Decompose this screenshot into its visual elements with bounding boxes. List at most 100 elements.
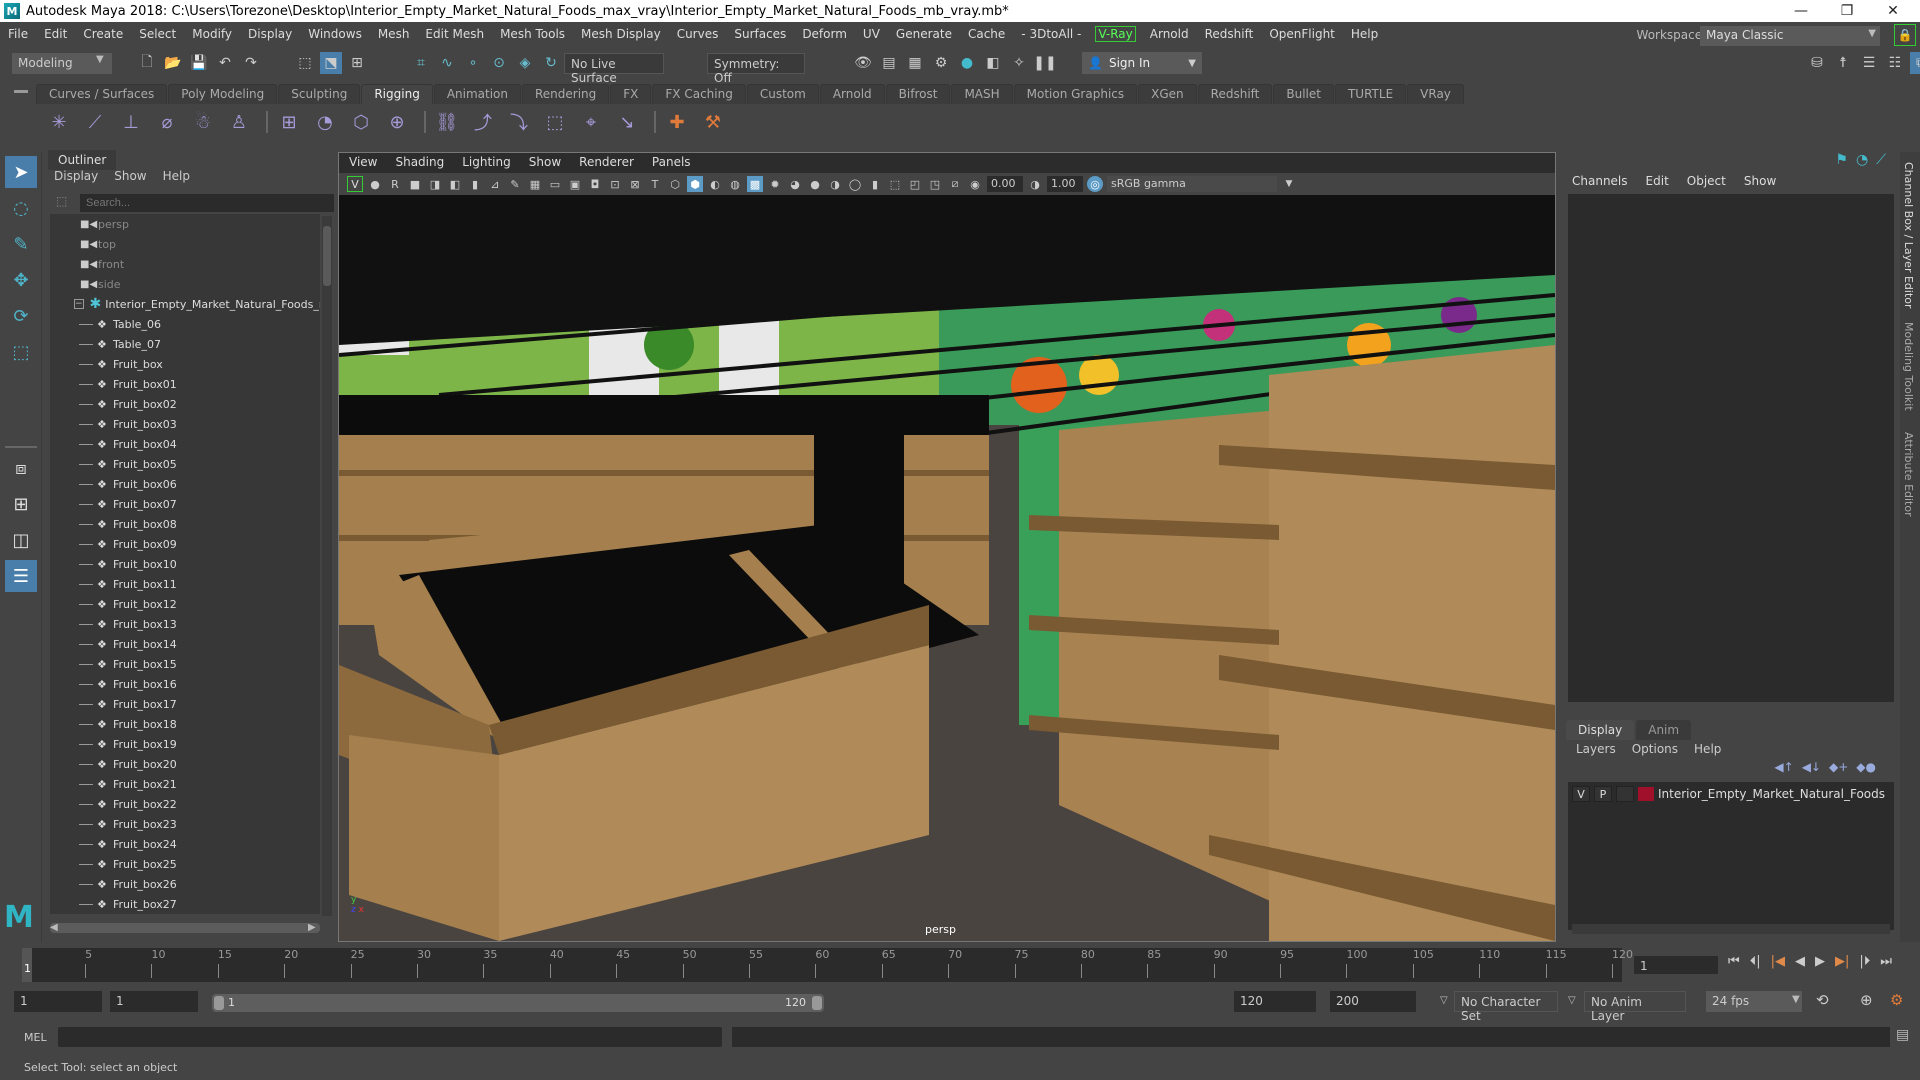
outliner-item[interactable]: ❖ Fruit_box11 xyxy=(50,574,320,594)
light-editor-icon[interactable]: ✧ xyxy=(1008,52,1030,74)
play-forward-icon[interactable]: ▶ xyxy=(1815,954,1825,969)
grid-icon[interactable]: ▦ xyxy=(527,176,543,192)
render-setup-icon[interactable]: ◧ xyxy=(982,52,1004,74)
tab-modeling-toolkit[interactable]: Modeling Toolkit xyxy=(1902,322,1915,411)
object-menu[interactable]: Object xyxy=(1687,174,1726,188)
animation-prefs-icon[interactable]: ⚙ xyxy=(1890,991,1903,1009)
shelf-tab[interactable]: Redshift xyxy=(1197,84,1273,104)
xray-icon[interactable]: ◰ xyxy=(907,176,923,192)
menu-vray[interactable]: V-Ray xyxy=(1095,26,1136,42)
layer-color-swatch[interactable] xyxy=(1638,787,1654,801)
bookmark-icon[interactable]: ◧ xyxy=(447,176,463,192)
manipulator-icon[interactable]: ⚑ xyxy=(1835,152,1848,168)
outliner-item[interactable]: ❖ Fruit_box02 xyxy=(50,394,320,414)
outliner-item[interactable]: ❖ Fruit_box16 xyxy=(50,674,320,694)
vray-toggle-icon[interactable]: V xyxy=(347,176,363,192)
range-start-handle[interactable] xyxy=(214,996,224,1010)
menu-mesh-tools[interactable]: Mesh Tools xyxy=(492,27,573,41)
redo-icon[interactable]: ↷ xyxy=(240,52,262,74)
menu-file[interactable]: File xyxy=(0,27,36,41)
range-end-handle[interactable] xyxy=(812,996,822,1010)
outliner-menu-display[interactable]: Display xyxy=(54,169,98,183)
close-button[interactable]: ✕ xyxy=(1870,0,1916,22)
outliner-horizontal-scrollbar[interactable] xyxy=(50,923,320,933)
outliner-item[interactable]: ❖ Fruit_box17 xyxy=(50,694,320,714)
outliner-camera-front[interactable]: ■◀ front xyxy=(50,254,320,274)
tool-settings-icon[interactable]: ☷ xyxy=(1884,52,1906,74)
outliner-camera-side[interactable]: ■◀ side xyxy=(50,274,320,294)
resolution-gate-icon[interactable]: ▣ xyxy=(567,176,583,192)
minimize-button[interactable]: — xyxy=(1778,0,1824,22)
outliner-item[interactable]: ❖ Fruit_box20 xyxy=(50,754,320,774)
shelf-tab[interactable]: XGen xyxy=(1138,84,1197,104)
outliner-item[interactable]: ❖ Fruit_box18 xyxy=(50,714,320,734)
layer-editor-scrollbar[interactable] xyxy=(1572,924,1890,934)
outliner-item[interactable]: ❖ Fruit_box08 xyxy=(50,514,320,534)
bind-skin-icon[interactable]: ⊞ xyxy=(274,107,304,137)
menu-edit-mesh[interactable]: Edit Mesh xyxy=(417,27,492,41)
shelf-tab[interactable]: Motion Graphics xyxy=(1013,84,1138,104)
ipr-render-icon[interactable]: ▦ xyxy=(904,52,926,74)
range-slider[interactable]: 1 120 xyxy=(212,994,824,1012)
outliner-item[interactable]: ❖ Fruit_box19 xyxy=(50,734,320,754)
select-object-icon[interactable]: ⬔ xyxy=(320,52,342,74)
loop-icon[interactable]: ⟲ xyxy=(1816,991,1829,1009)
time-slider-track[interactable]: 1 5 10 15 20 25 30 35 40 45 50 55 60 65 70 75 80 85 90 95 1… xyxy=(22,948,1633,982)
outliner-item[interactable]: ❖ Fruit_box21 xyxy=(50,774,320,794)
select-component-icon[interactable]: ⊞ xyxy=(346,52,368,74)
tab-anim[interactable]: Anim xyxy=(1636,720,1692,740)
outliner-item[interactable]: ❖ Fruit_box04 xyxy=(50,434,320,454)
outliner-camera-top[interactable]: ■◀ top xyxy=(50,234,320,254)
menu-curves[interactable]: Curves xyxy=(669,27,727,41)
menu-surfaces[interactable]: Surfaces xyxy=(726,27,794,41)
paint-select-icon[interactable]: ✎ xyxy=(5,228,37,260)
outliner-vertical-scrollbar[interactable] xyxy=(322,216,332,916)
current-frame-field[interactable]: 1 xyxy=(1634,956,1718,974)
outliner-item[interactable]: ❖ Fruit_box10 xyxy=(50,554,320,574)
shelf-menu-icon[interactable] xyxy=(14,90,28,93)
layer-display-type-toggle[interactable] xyxy=(1616,786,1634,802)
render-frame-icon[interactable]: ▤ xyxy=(878,52,900,74)
image-plane-icon[interactable]: ▮ xyxy=(467,176,483,192)
xray-joints-icon[interactable]: ⧄ xyxy=(947,176,963,192)
options-menu[interactable]: Options xyxy=(1632,742,1678,756)
restore-button[interactable]: ❐ xyxy=(1824,0,1870,22)
menu-3dtoall[interactable]: - 3DtoAll - xyxy=(1013,27,1089,41)
menu-mesh[interactable]: Mesh xyxy=(370,27,418,41)
edit-menu[interactable]: Edit xyxy=(1646,174,1669,188)
pause-icon[interactable]: ❚❚ xyxy=(1033,52,1056,74)
select-tool-icon[interactable]: ➤ xyxy=(5,156,37,188)
step-forward-key-icon[interactable]: ▶| xyxy=(1835,954,1849,969)
chevron-down-icon[interactable]: ▼ xyxy=(1281,176,1297,192)
default-material-icon[interactable]: ◐ xyxy=(707,176,723,192)
outliner-item[interactable]: ❖ Fruit_box01 xyxy=(50,374,320,394)
outliner-item[interactable]: ❖ Fruit_box14 xyxy=(50,634,320,654)
menu-modify[interactable]: Modify xyxy=(184,27,240,41)
outliner-item[interactable]: ❖ Fruit_box15 xyxy=(50,654,320,674)
outliner-menu-help[interactable]: Help xyxy=(163,169,190,183)
human-ik-icon[interactable]: ☨ xyxy=(1832,52,1854,74)
render-settings-icon[interactable]: ⚙ xyxy=(930,52,952,74)
outliner-item[interactable]: ❖ Fruit_box25 xyxy=(50,854,320,874)
undo-icon[interactable]: ↶ xyxy=(214,52,236,74)
rig-tool-icon[interactable]: ⚒ xyxy=(698,107,728,137)
menu-select[interactable]: Select xyxy=(131,27,184,41)
menu-cache[interactable]: Cache xyxy=(960,27,1013,41)
layer-row[interactable]: V P Interior_Empty_Market_Natural_Foods xyxy=(1568,782,1894,806)
outliner-item[interactable]: ❖ Fruit_box05 xyxy=(50,454,320,474)
viewport-3d-scene[interactable]: y z x persp xyxy=(339,195,1555,941)
layers-menu[interactable]: Layers xyxy=(1576,742,1616,756)
menu-openflight[interactable]: OpenFlight xyxy=(1261,27,1343,41)
ambient-occlusion-icon[interactable]: ● xyxy=(807,176,823,192)
select-camera-icon[interactable]: ■ xyxy=(407,176,423,192)
step-forward-frame-icon[interactable]: |⏵ xyxy=(1859,954,1870,969)
exposure-icon[interactable]: ◉ xyxy=(967,176,983,192)
isolate-select-icon[interactable]: ⬚ xyxy=(887,176,903,192)
sign-in-button[interactable]: 👤 Sign In ▼ xyxy=(1082,52,1202,74)
step-back-key-icon[interactable]: |◀ xyxy=(1771,954,1785,969)
animation-start-field[interactable]: 1 xyxy=(14,991,102,1012)
orient-constraint-icon[interactable]: ⤵ xyxy=(504,107,534,137)
outliner-item[interactable]: ❖ Fruit_box07 xyxy=(50,494,320,514)
viewport-menu-view[interactable]: View xyxy=(349,155,377,169)
new-scene-icon[interactable]: 🗋 xyxy=(136,52,158,74)
